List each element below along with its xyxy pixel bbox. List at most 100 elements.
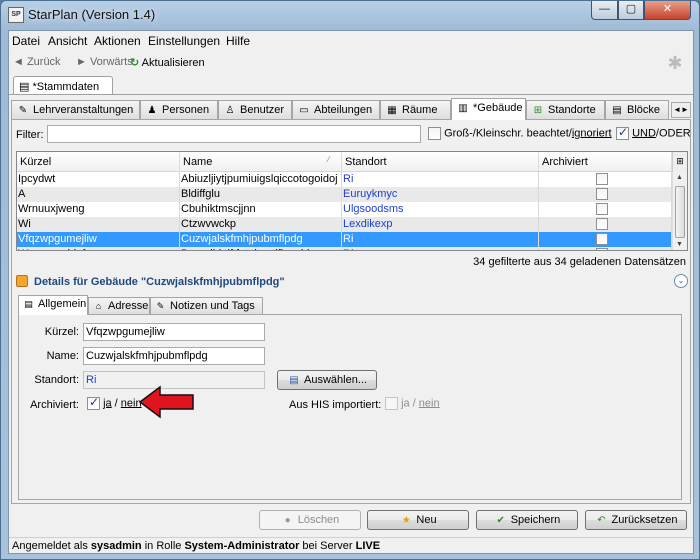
tab-label: *Gebäude [473,102,523,114]
archiviert-checkbox[interactable] [87,395,100,410]
table-row[interactable]: WcsgennddefznDquzdhktiftfotqbevtlfiqqvlr… [17,247,672,250]
tab-stammdaten[interactable]: ▤ *Stammdaten [13,76,113,95]
column-standort[interactable]: Standort [342,152,539,172]
kuerzel-field[interactable]: Vfqzwpgumejliw [83,323,265,341]
table-scrollbar[interactable]: ▲ ▼ [672,172,687,250]
neu-button[interactable]: ★ Neu [367,510,469,530]
loading-spinner-icon: ✱ [667,53,683,73]
column-archiviert[interactable]: Archiviert [539,152,672,172]
tab-scroll-arrows[interactable]: ◄► [671,102,691,118]
client-area: Datei Ansicht Aktionen Einstellungen Hil… [8,30,694,554]
name-field[interactable]: Cuzwjalskfmhjpubmflpdg [83,347,265,365]
tab-lehrveranstaltungen[interactable]: ✎ Lehrveranstaltungen [11,100,140,119]
case-ignore-link[interactable]: ignoriert [572,127,612,139]
scroll-up-icon[interactable]: ▲ [676,174,683,181]
archiviert-row-checkbox[interactable] [596,188,608,200]
tab-abteilungen[interactable]: ▭ Abteilungen [292,100,380,119]
room-icon: ▦ [387,105,397,116]
window-title: StarPlan (Version 1.4) [28,7,156,22]
standort-label: Standort: [34,374,79,386]
location-icon: ⊞ [533,105,543,116]
cell-standort: Euruykmyc [342,187,539,202]
collapse-icon[interactable]: ⌄ [674,274,688,288]
speichern-button[interactable]: ✔ Speichern [476,510,578,530]
column-kuerzel[interactable]: Kürzel [17,152,180,172]
tab-raeume[interactable]: ▦ Räume [380,100,451,119]
and-or-option[interactable]: UND/ODER [616,125,691,140]
name-label: Name: [46,350,79,362]
close-button[interactable]: ✕ [644,1,691,20]
tab-adresse[interactable]: ⌂ Adresse [88,297,150,314]
select-list-icon: ▤ [289,375,299,386]
archiviert-row-checkbox[interactable] [596,218,608,230]
case-sensitivity-option[interactable]: Groß-/Kleinschr. beachtet/ignoriert [428,127,612,140]
kuerzel-label: Kürzel: [44,326,79,338]
archiviert-row-checkbox[interactable] [596,233,608,245]
table-row[interactable]: Wi Ctzwvwckp Lexdikexp [17,217,672,232]
table-row[interactable]: Wrnuuxjweng Cbuhiktmscjjnn Ulgsoodsms [17,202,672,217]
notes-icon: ✎ [156,301,165,311]
cell-archiviert [539,217,672,232]
details-tabs: ▤ Allgemein ⌂ Adresse ✎ Notizen und Tags [18,295,678,315]
archiviert-row-checkbox[interactable] [596,248,608,250]
tab-label: Benutzer [240,104,285,116]
scroll-thumb[interactable] [675,186,685,238]
tab-bloecke[interactable]: ▤ Blöcke [605,100,669,119]
tab-benutzer[interactable]: ♙ Benutzer [218,100,292,119]
tab-label: Standorte [548,104,596,116]
user-icon: ♙ [225,105,235,116]
tab-stammdaten-label: *Stammdaten [32,81,100,93]
cell-name: Cuzwjalskfmhjpubmflpdg [180,232,342,247]
block-icon: ▤ [612,105,622,116]
forward-button[interactable]: ► Vorwärts [76,56,133,68]
table-row[interactable]: Ipcydwt Abiuzljiytjpumiuigslqiccotogoidoj… [17,172,672,187]
status-user: sysadmin [90,540,142,552]
archiviert-row-checkbox[interactable] [596,173,608,185]
table-row[interactable]: Vfqzwpgumejliw Cuzwjalskfmhjpubmflpdg Ri [17,232,672,247]
tab-label: Räume [402,104,438,116]
table-header: Kürzel Name ⁄ Standort Archiviert [17,152,672,172]
archiviert-row-checkbox[interactable] [596,203,608,215]
back-button[interactable]: ◄ Zurück [13,56,61,68]
record-count: 34 gefilterte aus 34 geladenen Datensätz… [473,256,686,268]
table-row[interactable]: A Bldiffglu Euruykmyc [17,187,672,202]
refresh-button[interactable]: ↻ Aktualisieren [130,56,205,69]
action-bar: ● Löschen ★ Neu ✔ Speichern ↶ Zurücksetzen [9,507,693,537]
scroll-down-icon[interactable]: ▼ [676,241,683,248]
tab-label: Abteilungen [314,104,373,116]
menu-einstellungen[interactable]: Einstellungen [148,34,220,48]
tab-allgemein[interactable]: ▤ Allgemein [18,295,88,315]
person-icon: ♟ [147,105,157,116]
details-title: Details für Gebäude "Cuzwjalskfmhjpubmfl… [34,276,285,288]
or-label: /ODER [655,127,691,140]
auswaehlen-button[interactable]: ▤ Auswählen... [277,370,377,390]
maximize-button[interactable]: ▢ [618,1,644,20]
tab-gebaeude[interactable]: ▥ *Gebäude [451,98,526,120]
archiviert-ja-link[interactable]: ja [103,397,112,409]
archiviert-option[interactable]: ja / nein [87,395,142,410]
tab-notizen-tags[interactable]: ✎ Notizen und Tags [150,297,263,314]
and-link[interactable]: UND [632,127,656,139]
cell-kuerzel: Wrnuuxjweng [17,202,180,217]
minimize-button[interactable]: — [591,1,618,20]
column-chooser-icon[interactable]: ⊞ [672,152,687,172]
title-bar[interactable]: SP StarPlan (Version 1.4) — ▢ ✕ [1,1,699,29]
tab-standorte[interactable]: ⊞ Standorte [526,100,605,119]
menu-hilfe[interactable]: Hilfe [226,34,250,48]
cell-kuerzel: A [17,187,180,202]
menu-ansicht[interactable]: Ansicht [48,34,87,48]
tab-label: Adresse [108,300,149,312]
menu-datei[interactable]: Datei [12,34,40,48]
allgemein-panel: Kürzel: Vfqzwpgumejliw Name: Cuzwjalskfm… [18,314,682,500]
column-name[interactable]: Name ⁄ [180,152,342,172]
entity-tabs: ✎ Lehrveranstaltungen ♟ Personen ♙ Benutzer… [11,98,691,120]
zuruecksetzen-button[interactable]: ↶ Zurücksetzen [585,510,687,530]
annotation-arrow-icon [138,385,194,419]
tab-personen[interactable]: ♟ Personen [140,100,218,119]
menu-aktionen[interactable]: Aktionen [94,34,141,48]
filter-input[interactable] [47,125,421,143]
menu-bar: Datei Ansicht Aktionen Einstellungen Hil… [9,31,693,52]
case-sensitivity-checkbox[interactable] [428,127,441,140]
cell-kuerzel: Wi [17,217,180,232]
and-or-checkbox[interactable] [616,125,629,140]
